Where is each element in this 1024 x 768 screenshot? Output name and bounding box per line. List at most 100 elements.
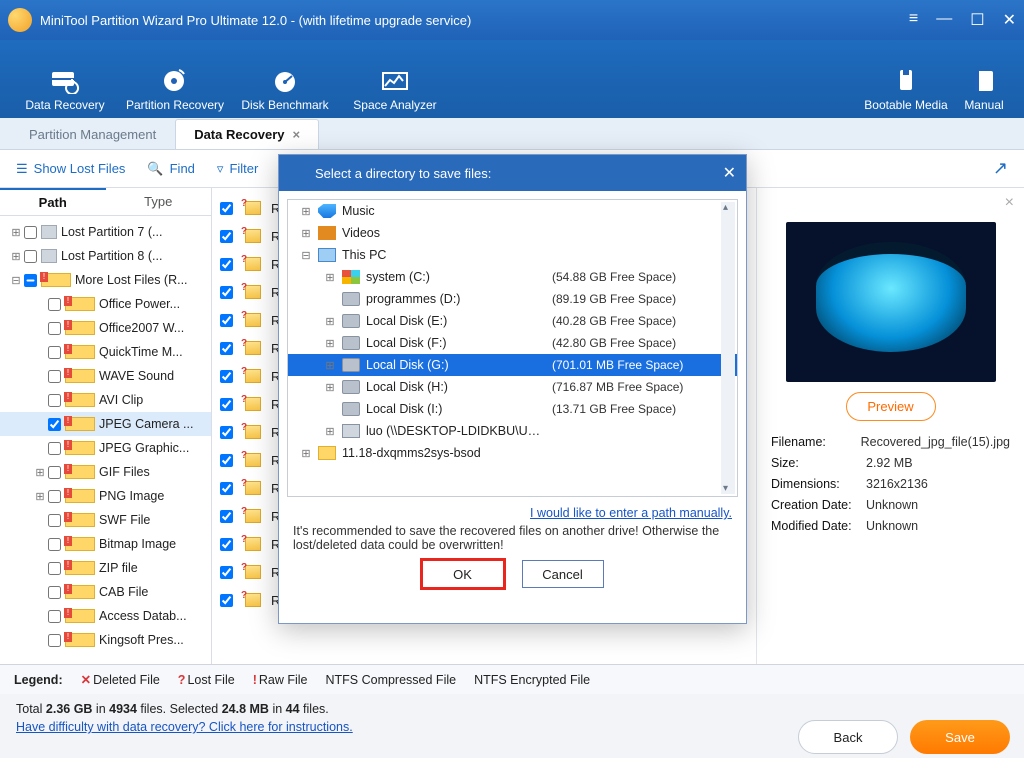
file-checkbox[interactable]	[220, 370, 233, 383]
partition-recovery-icon	[160, 68, 190, 94]
tree-node[interactable]: Kingsoft Pres...	[0, 628, 211, 652]
tab-close-icon[interactable]: ×	[293, 127, 301, 142]
tree-node[interactable]: Office2007 W...	[0, 316, 211, 340]
directory-row[interactable]: ⊞Local Disk (H:)(716.87 MB Free Space)	[288, 376, 737, 398]
manual-path-link[interactable]: I would like to enter a path manually.	[530, 506, 732, 520]
file-checkbox[interactable]	[220, 538, 233, 551]
window-controls: ≡ ― ☐ ✕	[909, 10, 1016, 30]
file-checkbox[interactable]	[220, 594, 233, 607]
directory-row[interactable]: programmes (D:)(89.19 GB Free Space)	[288, 288, 737, 310]
folder-tree[interactable]: ⊞Lost Partition 7 (...⊞Lost Partition 8 …	[0, 216, 211, 664]
file-checkbox[interactable]	[220, 426, 233, 439]
maximize-icon[interactable]: ☐	[970, 10, 984, 30]
file-checkbox[interactable]	[220, 314, 233, 327]
node-checkbox[interactable]	[48, 322, 61, 335]
node-checkbox[interactable]	[48, 394, 61, 407]
back-button[interactable]: Back	[798, 720, 898, 754]
preview-button[interactable]: Preview	[846, 392, 936, 421]
toolbar-bootable-media[interactable]: Bootable Media	[858, 68, 954, 112]
toolbar-partition-recovery[interactable]: Partition Recovery	[120, 68, 230, 112]
toolbar-data-recovery[interactable]: Data Recovery	[10, 68, 120, 112]
directory-row[interactable]: ⊞11.18-dxqmms2sys-bsod	[288, 442, 737, 464]
tree-node[interactable]: Office Power...	[0, 292, 211, 316]
file-checkbox[interactable]	[220, 510, 233, 523]
directory-row[interactable]: Local Disk (I:)(13.71 GB Free Space)	[288, 398, 737, 420]
save-button[interactable]: Save	[910, 720, 1010, 754]
toolbar-manual[interactable]: Manual	[954, 68, 1014, 112]
tree-node[interactable]: Bitmap Image	[0, 532, 211, 556]
node-checkbox[interactable]	[48, 514, 61, 527]
sidebar-tab-type[interactable]: Type	[106, 188, 212, 215]
tree-node[interactable]: ⊞GIF Files	[0, 460, 211, 484]
tab-partition-management[interactable]: Partition Management	[10, 119, 175, 149]
node-checkbox[interactable]	[48, 466, 61, 479]
node-checkbox[interactable]	[48, 562, 61, 575]
toolbar-disk-benchmark[interactable]: Disk Benchmark	[230, 68, 340, 112]
toolbar-space-analyzer[interactable]: Space Analyzer	[340, 68, 450, 112]
tree-node[interactable]: ⊟More Lost Files (R...	[0, 268, 211, 292]
tree-node[interactable]: ZIP file	[0, 556, 211, 580]
show-lost-files-button[interactable]: ☰Show Lost Files	[16, 161, 125, 177]
file-checkbox[interactable]	[220, 258, 233, 271]
file-checkbox[interactable]	[220, 566, 233, 579]
node-checkbox[interactable]	[24, 274, 37, 287]
node-checkbox[interactable]	[24, 250, 37, 263]
directory-row[interactable]: ⊞Videos	[288, 222, 737, 244]
node-checkbox[interactable]	[48, 610, 61, 623]
tab-data-recovery[interactable]: Data Recovery×	[175, 119, 319, 149]
directory-row[interactable]: ⊞Music	[288, 200, 737, 222]
tree-node[interactable]: QuickTime M...	[0, 340, 211, 364]
file-checkbox[interactable]	[220, 230, 233, 243]
node-checkbox[interactable]	[48, 586, 61, 599]
directory-tree[interactable]: ⊞Music⊞Videos⊟This PC⊞system (C:)(54.88 …	[287, 199, 738, 497]
label: Partition Recovery	[126, 98, 224, 112]
tree-node[interactable]: JPEG Graphic...	[0, 436, 211, 460]
dialog-close-icon[interactable]: ✕	[723, 163, 736, 183]
tree-node[interactable]: ⊞Lost Partition 8 (...	[0, 244, 211, 268]
node-checkbox[interactable]	[48, 490, 61, 503]
tree-node[interactable]: JPEG Camera ...	[0, 412, 211, 436]
file-checkbox[interactable]	[220, 342, 233, 355]
file-checkbox[interactable]	[220, 454, 233, 467]
export-icon[interactable]: ↗	[993, 158, 1008, 179]
filter-button[interactable]: ▿Filter	[217, 161, 258, 177]
minimize-icon[interactable]: ―	[936, 10, 952, 30]
menu-icon[interactable]: ≡	[909, 10, 918, 30]
node-checkbox[interactable]	[48, 298, 61, 311]
directory-row[interactable]: ⊞system (C:)(54.88 GB Free Space)	[288, 266, 737, 288]
node-checkbox[interactable]	[48, 538, 61, 551]
node-checkbox[interactable]	[48, 634, 61, 647]
directory-row[interactable]: ⊞Local Disk (G:)(701.01 MB Free Space)	[288, 354, 737, 376]
node-checkbox[interactable]	[24, 226, 37, 239]
close-icon[interactable]: ✕	[1003, 10, 1016, 30]
node-checkbox[interactable]	[48, 442, 61, 455]
find-button[interactable]: 🔍Find	[147, 161, 194, 177]
sidebar-tab-path[interactable]: Path	[0, 188, 106, 215]
directory-row[interactable]: ⊟This PC	[288, 244, 737, 266]
file-icon	[245, 537, 261, 551]
cancel-button[interactable]: Cancel	[522, 560, 604, 588]
folder-icon	[41, 249, 57, 263]
tree-node[interactable]: WAVE Sound	[0, 364, 211, 388]
save-directory-dialog: Select a directory to save files: ✕ ⊞Mus…	[278, 154, 747, 624]
file-checkbox[interactable]	[220, 398, 233, 411]
tree-node[interactable]: ⊞PNG Image	[0, 484, 211, 508]
node-checkbox[interactable]	[48, 370, 61, 383]
ok-button[interactable]: OK	[422, 560, 504, 588]
filter-icon: ▿	[217, 161, 224, 177]
directory-row[interactable]: ⊞luo (\\DESKTOP-LDIDKBU\Users\qing\Deskt…	[288, 420, 737, 442]
node-checkbox[interactable]	[48, 418, 61, 431]
file-checkbox[interactable]	[220, 202, 233, 215]
file-checkbox[interactable]	[220, 286, 233, 299]
tree-node[interactable]: ⊞Lost Partition 7 (...	[0, 220, 211, 244]
node-checkbox[interactable]	[48, 346, 61, 359]
preview-close-icon[interactable]: ×	[1005, 194, 1014, 212]
tree-node[interactable]: AVI Clip	[0, 388, 211, 412]
tree-node[interactable]: SWF File	[0, 508, 211, 532]
directory-row[interactable]: ⊞Local Disk (E:)(40.28 GB Free Space)	[288, 310, 737, 332]
directory-row[interactable]: ⊞Local Disk (F:)(42.80 GB Free Space)	[288, 332, 737, 354]
file-checkbox[interactable]	[220, 482, 233, 495]
tree-node[interactable]: CAB File	[0, 580, 211, 604]
tree-node[interactable]: Access Datab...	[0, 604, 211, 628]
scrollbar[interactable]	[721, 202, 735, 494]
